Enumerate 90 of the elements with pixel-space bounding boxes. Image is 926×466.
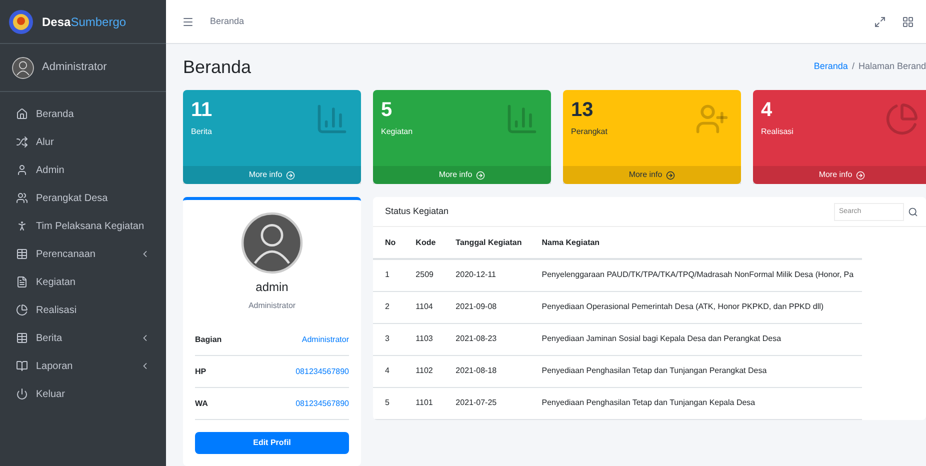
sidebar-item[interactable]: Berita [8,324,158,352]
stat-value: 11 [191,98,212,122]
table-cell: 1104 [404,291,444,323]
stat-label: Kegiatan [381,126,413,138]
sidebar-item[interactable]: Tim Pelaksana Kegiatan [8,212,158,240]
logo-icon [8,8,34,34]
arrow-circle-icon [856,170,866,180]
top-breadcrumb[interactable]: Beranda [210,14,858,28]
sidebar-item[interactable]: Laporan [8,352,158,380]
table-cell: 1102 [404,355,444,387]
more-info-link[interactable]: More info [183,166,361,184]
profile-name: admin [256,279,288,296]
home-icon [16,108,28,120]
field-value[interactable]: 081234567890 [296,398,349,410]
table-cell: 2 [373,291,404,323]
profile-avatar-icon [241,212,303,274]
document-icon [16,276,28,288]
sidebar-item[interactable]: Kegiatan [8,268,158,296]
column-header: Tanggal Kegiatan [444,227,530,259]
field-label: HP [195,366,206,378]
stat-value: 4 [761,98,774,122]
sidebar-item[interactable]: Admin [8,156,158,184]
avatar-icon [12,56,34,78]
bar-chart-icon [315,102,349,136]
arrow-circle-icon [476,170,486,180]
table-cell: 4 [373,355,404,387]
breadcrumb-text: Halaman Berand [858,60,926,74]
arrow-circle-icon [286,170,296,180]
table-cell: Penyelenggaraan PAUD/TK/TPA/TKA/TPQ/Madrasah NonFormal Milik Desa (Honor, Pa [530,259,862,291]
bar-chart-icon [505,102,539,136]
person-icon [16,220,28,232]
column-header: Kode [404,227,444,259]
more-info-link[interactable]: More info [753,166,926,184]
field-label: Bagian [195,334,222,346]
user-name[interactable]: Administrator [42,59,107,76]
table-cell: 2020-12-11 [444,259,530,291]
table-icon [16,332,28,344]
profile-role: Administrator [248,300,296,312]
breadcrumb-link[interactable]: Beranda [814,60,848,74]
shuffle-icon [16,136,28,148]
table-cell: Penyediaan Operasional Pemerintah Desa (ATK, Honor PKPKD, dan PPKD dll) [530,291,862,323]
arrow-circle-icon [666,170,676,180]
stat-value: 13 [571,98,594,122]
field-value[interactable]: Administrator [302,334,349,346]
edit-profile-button[interactable]: Edit Profil [195,432,349,454]
grid-icon[interactable] [902,16,914,28]
menu-icon[interactable] [182,16,194,28]
table-title: Status Kegiatan [385,204,449,218]
stat-value: 5 [381,98,394,122]
table-cell: 2021-07-25 [444,387,530,419]
page-title: Beranda [183,56,252,78]
search-icon[interactable] [908,206,918,216]
table-cell: 1103 [404,323,444,355]
table-cell: Penyediaan Penghasilan Tetap dan Tunjangan Perangkat Desa [530,355,862,387]
users-icon [16,192,28,204]
sidebar-item[interactable]: Alur [8,128,158,156]
field-value[interactable]: 081234567890 [296,366,349,378]
sidebar-item[interactable]: Keluar [8,380,158,408]
fullscreen-icon[interactable] [874,16,886,28]
stat-label: Perangkat [571,126,608,138]
book-icon [16,360,28,372]
table-cell: 3 [373,323,404,355]
power-icon [16,388,28,400]
table-cell: 1 [373,259,404,291]
brand-name: DesaSumbergo [42,14,126,30]
stat-label: Realisasi [761,126,794,138]
field-label: WA [195,398,208,410]
sidebar-item[interactable]: Beranda [8,100,158,128]
column-header: No [373,227,404,259]
table-cell: 2021-08-23 [444,323,530,355]
table-cell: 2509 [404,259,444,291]
breadcrumb-text: / [852,60,854,74]
column-header: Nama Kegiatan [530,227,862,259]
table-cell: 5 [373,387,404,419]
user-icon [16,164,28,176]
sidebar-item[interactable]: Perencanaan [8,240,158,268]
table-cell: Penyediaan Penghasilan Tetap dan Tunjangan Kepala Desa [530,387,862,419]
table-cell: 2021-09-08 [444,291,530,323]
table-icon [16,248,28,260]
more-info-link[interactable]: More info [373,166,551,184]
stat-label: Berita [191,126,212,138]
pie-chart-icon [885,102,919,136]
sidebar-item[interactable]: Perangkat Desa [8,184,158,212]
pie-chart-icon [16,304,28,316]
table-cell: 2021-08-18 [444,355,530,387]
more-info-link[interactable]: More info [563,166,741,184]
user-plus-icon [695,102,729,136]
table-cell: 1101 [404,387,444,419]
table-cell: Penyediaan Jaminan Sosial bagi Kepala Desa dan Perangkat Desa [530,323,862,355]
sidebar-item[interactable]: Realisasi [8,296,158,324]
